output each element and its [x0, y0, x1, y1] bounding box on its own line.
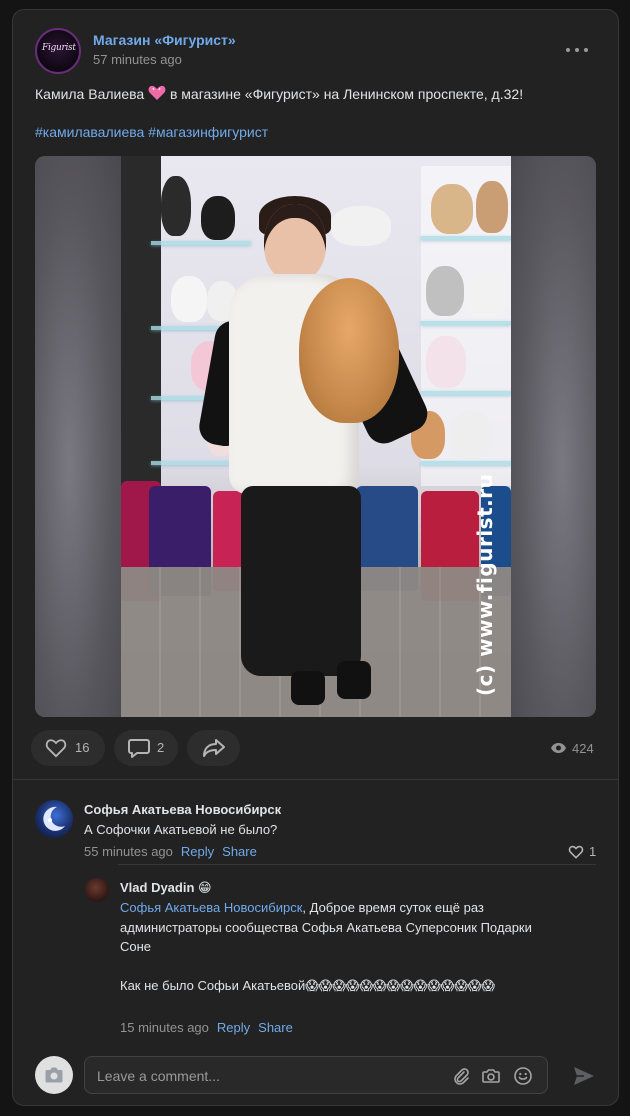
community-avatar[interactable]: Figurist [35, 28, 81, 74]
community-logo: Figurist [42, 43, 76, 53]
smile-icon[interactable] [513, 1066, 533, 1086]
comment-composer [13, 1050, 618, 1104]
reply-text: Софья Акатьева Новосибирск, Доброе время… [120, 898, 540, 957]
camera-icon [45, 1067, 63, 1083]
views-counter: 424 [550, 740, 596, 758]
reply-text-2: Как не было Софьи Акатьевой😱😱😱😱😱😱😱😱😱😱😱😱😱… [120, 978, 495, 993]
comment-item: Софья Акатьева Новосибирск А Софочки Ака… [35, 800, 600, 860]
comment-share-button[interactable]: Share [222, 844, 257, 859]
comment-input[interactable] [97, 1066, 437, 1086]
community-name[interactable]: Магазин «Фигурист» [93, 32, 236, 48]
comment-author[interactable]: Софья Акатьева Новосибирск [84, 802, 281, 817]
post-text-start: Камила Валиева [35, 86, 149, 102]
paperclip-icon[interactable] [451, 1066, 471, 1086]
reply-share-button[interactable]: Share [258, 1020, 293, 1035]
heart-icon [45, 739, 67, 758]
comment-time[interactable]: 55 minutes ago [84, 844, 173, 859]
photo-image [121, 156, 511, 717]
photo-blur-right [511, 156, 596, 717]
comment-like-count: 1 [589, 844, 597, 859]
reply-author-name: Vlad Dyadin [120, 880, 195, 895]
user-avatar[interactable] [35, 1056, 73, 1094]
heart-icon [568, 845, 584, 859]
reply-avatar[interactable] [85, 878, 109, 902]
reply-author[interactable]: Vlad Dyadin 😁 [120, 880, 212, 896]
comment-button[interactable]: 2 [114, 730, 178, 766]
post-photo[interactable]: (c) www.figurist.ru [35, 156, 596, 717]
photo-blur-left [35, 156, 121, 717]
reply-reply-button[interactable]: Reply [217, 1020, 250, 1035]
reply-meta: 15 minutes ago Reply Share [120, 1020, 293, 1035]
photo-watermark: (c) www.figurist.ru [473, 473, 497, 696]
comment-input-box[interactable] [84, 1056, 548, 1094]
reply-time[interactable]: 15 minutes ago [120, 1020, 209, 1035]
like-count: 16 [75, 740, 90, 755]
post-text: Камила Валиева в магазине «Фигурист» на … [35, 84, 598, 106]
reply-mention[interactable]: Софья Акатьева Новосибирск [120, 900, 302, 915]
post-time[interactable]: 57 minutes ago [93, 52, 182, 67]
sparkling-heart-icon [148, 85, 166, 106]
share-button[interactable] [187, 730, 240, 766]
reply-author-emoji: 😁 [198, 880, 212, 895]
share-icon [203, 739, 225, 757]
views-count: 424 [572, 741, 594, 756]
reply-item: Vlad Dyadin 😁 Софья Акатьева Новосибирск… [85, 878, 600, 1038]
eye-icon [551, 743, 566, 753]
post-text-end: в магазине «Фигурист» на Ленинском просп… [166, 86, 524, 102]
post-header: Figurist Магазин «Фигурист» 57 minutes a… [35, 28, 600, 76]
post-hashtags[interactable]: #камилавалиева #магазинфигурист [35, 124, 268, 140]
send-icon[interactable] [572, 1064, 596, 1088]
comments-divider [13, 779, 618, 780]
comment-like-button[interactable]: 1 [568, 844, 602, 862]
like-button[interactable]: 16 [31, 730, 105, 766]
post-card: Figurist Магазин «Фигурист» 57 minutes a… [12, 9, 619, 1106]
comment-count: 2 [157, 740, 165, 755]
comment-text: А Софочки Акатьевой не было? [84, 822, 278, 837]
more-icon[interactable] [566, 42, 592, 58]
comment-avatar[interactable] [35, 800, 73, 838]
photo-camera-icon[interactable] [481, 1066, 501, 1086]
comment-meta: 55 minutes ago Reply Share [84, 844, 257, 859]
moon-icon [43, 806, 65, 831]
comment-reply-button[interactable]: Reply [181, 844, 214, 859]
reply-divider [118, 864, 596, 865]
comment-icon [128, 739, 150, 758]
